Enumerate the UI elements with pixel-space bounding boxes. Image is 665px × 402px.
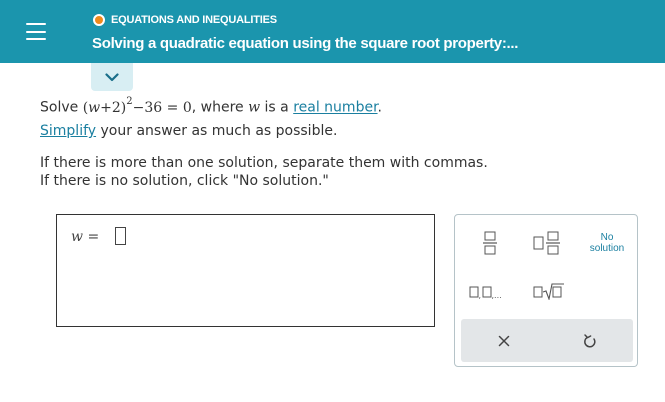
mixed-number-icon (533, 231, 560, 255)
simplify-link[interactable]: Simplify (40, 123, 96, 139)
math-keypad: No solution , ,... (454, 214, 638, 367)
question-line-2: Simplify your answer as much as possible… (40, 123, 337, 139)
fraction-button[interactable] (483, 231, 497, 255)
equation-exponent: 2 (126, 96, 133, 107)
answer-label: w = (71, 229, 99, 245)
square-root-icon (533, 283, 564, 300)
fraction-icon (483, 231, 497, 255)
question-line-1: Solve (w+2)2−36 = 0, where w is a real n… (40, 96, 382, 116)
real-number-link[interactable]: real number (293, 100, 377, 116)
svg-text:,: , (479, 291, 482, 299)
header-bar: EQUATIONS AND INEQUALITIES Solving a qua… (0, 0, 665, 63)
answer-var: w (71, 229, 83, 245)
answer-equals: = (87, 229, 100, 245)
clear-button[interactable] (461, 319, 547, 362)
equation-rest: −36 = 0 (132, 99, 192, 116)
multiple-answers-button[interactable]: , ,... (469, 285, 509, 299)
collapse-toggle[interactable] (91, 63, 133, 91)
topic-label: EQUATIONS AND INEQUALITIES (111, 14, 277, 26)
equation-var: w (88, 99, 101, 116)
no-solution-button[interactable]: No solution (585, 232, 629, 254)
topic-row: EQUATIONS AND INEQUALITIES (93, 14, 277, 26)
square-root-button[interactable] (533, 282, 565, 300)
multiple-answers-icon: , ,... (469, 286, 502, 299)
where-prefix: where (196, 99, 249, 116)
close-icon (498, 335, 510, 346)
topic-status-dot (93, 14, 105, 26)
where-middle: is a (260, 99, 294, 116)
svg-text:,...: ,... (492, 291, 502, 299)
chevron-down-icon (105, 72, 119, 81)
equation: (w+2)2−36 = 0 (83, 96, 192, 116)
prompt-prefix: Solve (40, 99, 83, 116)
where-var: w (248, 99, 261, 116)
keypad-footer (461, 319, 633, 362)
answer-input[interactable] (115, 227, 126, 245)
page-title: Solving a quadratic equation using the s… (92, 35, 519, 52)
undo-button[interactable] (547, 319, 633, 362)
where-end: . (377, 99, 382, 116)
instruction-2: If there is no solution, click "No solut… (40, 173, 329, 189)
answer-area: w = (56, 214, 435, 327)
equation-plus-term: +2) (100, 99, 127, 116)
undo-icon (584, 334, 596, 348)
hamburger-icon (25, 23, 46, 40)
simplify-rest: your answer as much as possible. (96, 123, 338, 139)
mixed-number-button[interactable] (533, 231, 561, 255)
menu-button[interactable] (0, 0, 71, 63)
instruction-1: If there is more than one solution, sepa… (40, 155, 488, 171)
